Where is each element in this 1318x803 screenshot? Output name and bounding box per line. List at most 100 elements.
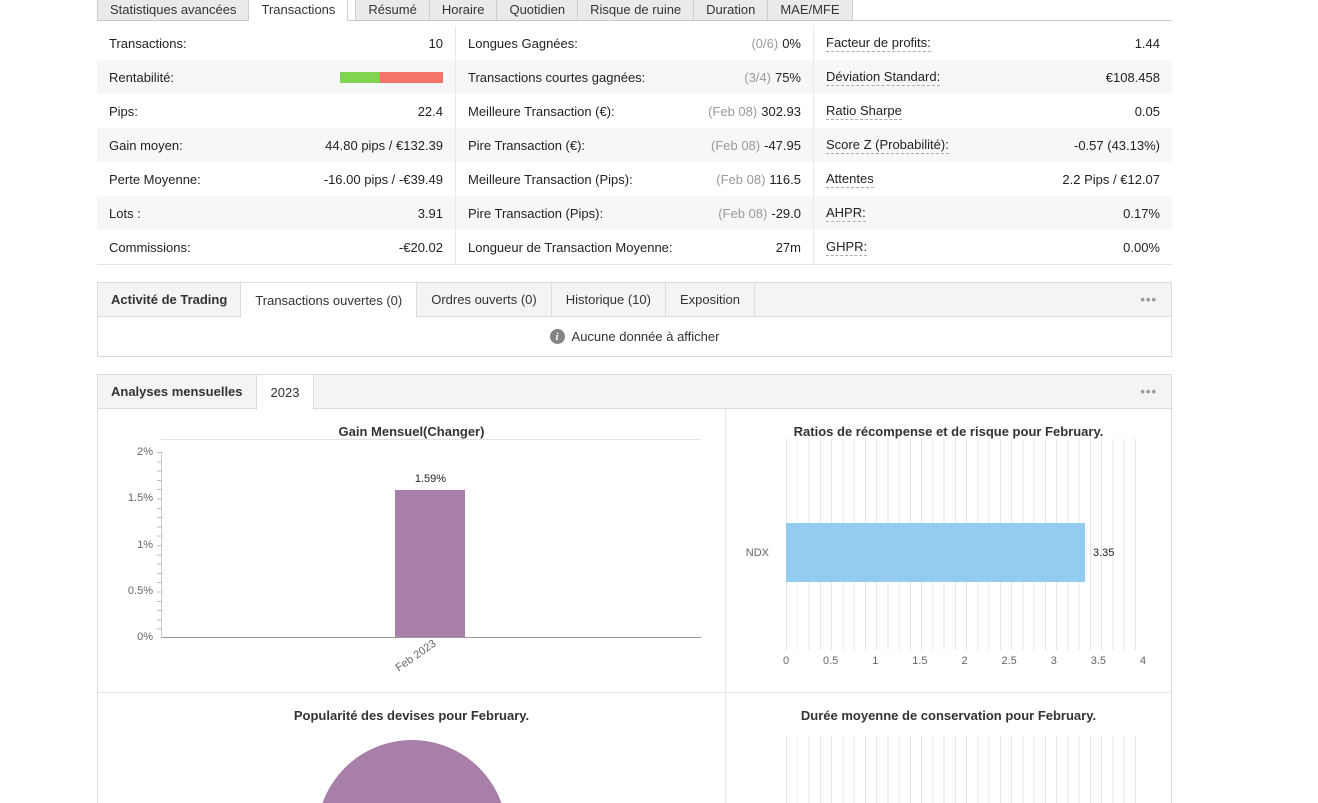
more-menu-icon[interactable]: ••• bbox=[1126, 384, 1171, 399]
chart-title: Durée moyenne de conservation pour Febru… bbox=[800, 708, 1097, 723]
x-tick-label: 1.5 bbox=[912, 655, 928, 667]
monthly-analysis-header: Analyses mensuelles 2023 ••• bbox=[98, 375, 1171, 410]
table-row: Facteur de profits: 1.44 bbox=[814, 26, 1172, 60]
stat-label: Transactions: bbox=[109, 35, 187, 51]
stat-value-muted: (Feb 08) bbox=[718, 205, 768, 221]
stat-label: Rentabilité: bbox=[109, 69, 175, 85]
stat-value-muted: (Feb 08) bbox=[708, 103, 758, 119]
stat-value-muted: (Feb 08) bbox=[716, 171, 766, 187]
empty-message: Aucune donnée à afficher bbox=[571, 329, 720, 344]
stat-value: 2.2 Pips / €12.07 bbox=[1062, 171, 1160, 187]
table-row: Transactions: 10 bbox=[97, 26, 455, 60]
table-row: Score Z (Probabilité): -0.57 (43.13%) bbox=[814, 128, 1172, 162]
profitability-bar bbox=[340, 71, 443, 83]
stat-value: -€20.02 bbox=[398, 239, 443, 255]
stat-label: Lots : bbox=[109, 205, 141, 221]
tab-transactions[interactable]: Transactions bbox=[248, 0, 349, 21]
stat-label: Commissions: bbox=[109, 239, 191, 255]
empty-state: i Aucune donnée à afficher bbox=[98, 317, 1171, 356]
tab-mae-mfe[interactable]: MAE/MFE bbox=[767, 0, 853, 20]
tab-resume[interactable]: Résumé bbox=[355, 0, 430, 20]
stat-value-main: 302.93 bbox=[761, 103, 801, 119]
stat-label: Transactions courtes gagnées: bbox=[468, 69, 646, 85]
tab-statistiques-avancees[interactable]: Statistiques avancées bbox=[97, 0, 250, 20]
profitability-bar-win bbox=[340, 71, 381, 83]
table-row: Meilleure Transaction (Pips): (Feb 08) 11… bbox=[456, 162, 813, 196]
stat-value: (Feb 08) -47.95 bbox=[711, 138, 801, 153]
table-row: Longues Gagnées: (0/6) 0% bbox=[456, 26, 813, 60]
trading-activity-panel: Activité de Trading Transactions ouverte… bbox=[97, 282, 1172, 357]
stat-value: 3.91 bbox=[417, 205, 443, 221]
chart-holding-duration: Durée moyenne de conservation pour Febru… bbox=[725, 692, 1171, 803]
monthly-gain-bar[interactable]: 1.59% bbox=[395, 473, 466, 637]
stat-value: -0.57 (43.13%) bbox=[1074, 137, 1160, 153]
tab-transactions-ouvertes[interactable]: Transactions ouvertes (0) bbox=[240, 283, 418, 318]
monthly-analysis-panel: Analyses mensuelles 2023 ••• Gain Mensue… bbox=[97, 374, 1172, 803]
stat-value: 44.80 pips / €132.39 bbox=[325, 137, 443, 153]
stat-value-main: -29.0 bbox=[771, 205, 801, 221]
stat-value: (Feb 08) 302.93 bbox=[708, 104, 801, 119]
chart-title: Gain Mensuel(Changer) bbox=[338, 424, 485, 439]
stat-value: 27m bbox=[772, 240, 801, 255]
stat-value: €108.458 bbox=[1105, 69, 1160, 85]
stat-label: Meilleure Transaction (€): bbox=[468, 103, 615, 119]
monthly-analysis-title: Analyses mensuelles bbox=[111, 384, 243, 399]
more-menu-icon[interactable]: ••• bbox=[1126, 292, 1171, 307]
tab-historique[interactable]: Historique (10) bbox=[550, 283, 666, 316]
stat-label: Ratio Sharpe bbox=[826, 102, 902, 120]
profitability-bar-loss bbox=[380, 71, 443, 83]
tab-risque-de-ruine[interactable]: Risque de ruine bbox=[577, 0, 695, 20]
table-row: Longueur de Transaction Moyenne: 27m bbox=[456, 230, 813, 264]
info-icon: i bbox=[549, 329, 565, 344]
stats-column-3: Facteur de profits: 1.44 Déviation Stand… bbox=[813, 26, 1172, 264]
tab-ordres-ouverts[interactable]: Ordres ouverts (0) bbox=[416, 283, 552, 316]
table-row: Ratio Sharpe 0.05 bbox=[814, 94, 1172, 128]
x-axis-tick-labels: 0 0.5 1 1.5 2 2.5 3 3.5 4 bbox=[782, 655, 1146, 669]
stat-value-main: 0% bbox=[782, 35, 801, 51]
stats-column-1: Transactions: 10 Rentabilité: Pips: 22.4… bbox=[97, 26, 455, 264]
tab-horaire[interactable]: Horaire bbox=[428, 0, 498, 20]
stat-label: Meilleure Transaction (Pips): bbox=[468, 171, 633, 187]
stat-label: Facteur de profits: bbox=[826, 34, 931, 52]
table-row: Pire Transaction (€): (Feb 08) -47.95 bbox=[456, 128, 813, 162]
chart-title: Popularité des devises pour February. bbox=[293, 708, 530, 723]
tab-duration[interactable]: Duration bbox=[693, 0, 769, 20]
y-tick-label: 1.5% bbox=[127, 492, 153, 505]
monthly-charts-grid: Gain Mensuel(Changer) 2% 1.5% 1% 0.5% 0%… bbox=[98, 409, 1171, 803]
y-tick-label: 0% bbox=[137, 631, 153, 643]
x-tick-label: 2 bbox=[961, 655, 968, 667]
stat-label: AHPR: bbox=[826, 204, 866, 222]
stat-label: Longues Gagnées: bbox=[468, 35, 578, 51]
stat-label: Pire Transaction (€): bbox=[468, 137, 586, 153]
stat-label: Pips: bbox=[109, 103, 138, 119]
stat-value-muted: (3/4) bbox=[744, 69, 771, 85]
stat-value-main: -47.95 bbox=[764, 137, 801, 153]
stat-value: 1.44 bbox=[1134, 35, 1160, 51]
x-tick-label: 0 bbox=[782, 655, 790, 667]
trading-activity-header: Activité de Trading Transactions ouverte… bbox=[98, 283, 1171, 318]
stats-tabbar: Statistiques avancées Transactions Résum… bbox=[97, 0, 1172, 21]
tab-exposition[interactable]: Exposition bbox=[664, 283, 755, 316]
x-tick-label: 0.5 bbox=[822, 655, 839, 667]
stat-value-main: 27m bbox=[775, 239, 801, 255]
stat-label: Pire Transaction (Pips): bbox=[468, 205, 604, 221]
table-row: Pire Transaction (Pips): (Feb 08) -29.0 bbox=[456, 196, 813, 230]
table-row: GHPR: 0.00% bbox=[814, 230, 1172, 264]
chart-reward-risk: Ratios de récompense et de risque pour F… bbox=[725, 409, 1171, 692]
ratio-plot: NDX 3.35 bbox=[746, 439, 1143, 650]
stat-value: 10 bbox=[428, 35, 443, 51]
stat-value: (3/4) 75% bbox=[744, 70, 801, 85]
tab-quotidien[interactable]: Quotidien bbox=[496, 0, 579, 20]
stat-label: Longueur de Transaction Moyenne: bbox=[468, 239, 673, 255]
currency-pie[interactable] bbox=[316, 740, 507, 803]
monthly-gain-axis-area: 2% 1.5% 1% 0.5% 0% 1.59% Feb 2023 bbox=[128, 446, 701, 674]
stat-value: 0.17% bbox=[1123, 205, 1160, 221]
x-tick-label: 1 bbox=[872, 655, 879, 667]
chart-currency-popularity: Popularité des devises pour February. bbox=[98, 692, 725, 803]
stat-label: Attentes bbox=[826, 170, 874, 188]
stat-value: (Feb 08) 116.5 bbox=[716, 172, 801, 187]
ratio-bar[interactable] bbox=[786, 523, 1085, 583]
tab-2023[interactable]: 2023 bbox=[255, 375, 315, 410]
stat-value: (0/6) 0% bbox=[751, 36, 801, 51]
table-row: Commissions: -€20.02 bbox=[97, 230, 455, 264]
